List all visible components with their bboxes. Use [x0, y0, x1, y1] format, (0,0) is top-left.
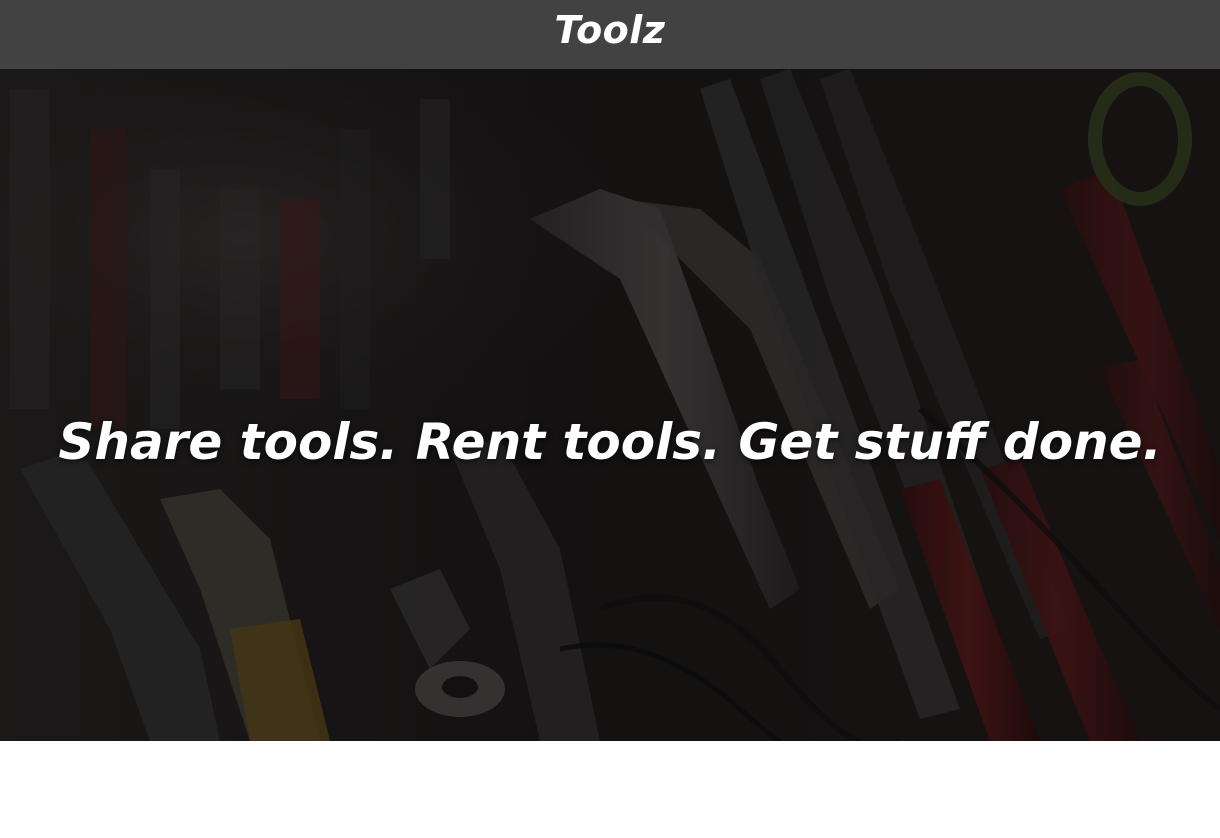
- hero-background-image: [0, 69, 1220, 741]
- top-navbar: Toolz: [0, 0, 1220, 69]
- hero-banner: Share tools. Rent tools. Get stuff done.: [0, 69, 1220, 741]
- brand-logo-link[interactable]: Toolz: [555, 8, 666, 52]
- page-content-area: [0, 741, 1220, 838]
- hero-tagline: Share tools. Rent tools. Get stuff done.: [58, 412, 1162, 471]
